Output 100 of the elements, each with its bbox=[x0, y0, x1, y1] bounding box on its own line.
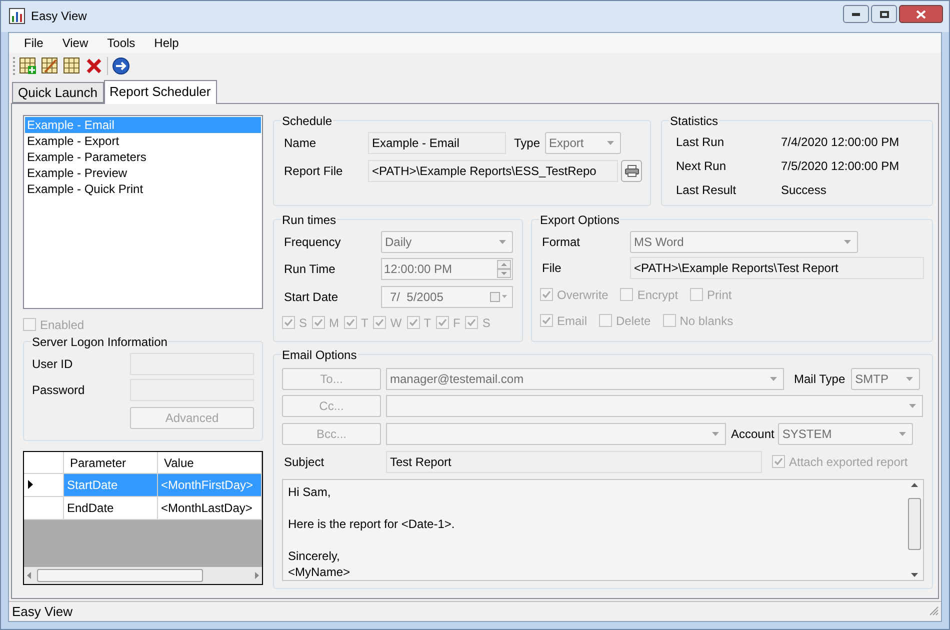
checkbox[interactable] bbox=[772, 455, 785, 468]
checkbox[interactable] bbox=[373, 316, 386, 329]
checkbox-label: No blanks bbox=[680, 312, 734, 330]
checkbox-label: Delete bbox=[616, 312, 651, 330]
dropdown[interactable] bbox=[386, 422, 726, 444]
edit-grid-icon[interactable] bbox=[41, 56, 59, 74]
table-cell: EndDate bbox=[64, 496, 158, 520]
spinner-icon[interactable] bbox=[497, 260, 511, 278]
checkbox[interactable] bbox=[312, 316, 326, 329]
input-field[interactable]: Example - Email bbox=[368, 132, 506, 154]
checkbox-label: S bbox=[299, 314, 308, 332]
group-title: Run times bbox=[281, 212, 338, 228]
tab[interactable]: Quick Launch bbox=[12, 82, 104, 102]
group-title: Server Logon Information bbox=[31, 334, 168, 350]
horizontal-scrollbar[interactable] bbox=[24, 566, 262, 584]
dropdown-arrow-icon bbox=[770, 376, 777, 380]
checkbox-label: Enabled bbox=[40, 316, 84, 334]
field-label: Password bbox=[32, 382, 86, 398]
input-field[interactable]: Test Report bbox=[386, 450, 762, 472]
tab[interactable]: Report Scheduler bbox=[104, 80, 217, 104]
scroll-right-icon[interactable] bbox=[255, 572, 259, 578]
grid-row[interactable]: EndDate <MonthLastDay> bbox=[24, 496, 262, 520]
checkbox-label: Email bbox=[557, 312, 588, 330]
menu-item[interactable]: Help bbox=[154, 34, 179, 52]
field-label: Last Run bbox=[676, 134, 726, 150]
group-title: Schedule bbox=[281, 112, 334, 130]
input-field[interactable]: <PATH>\Example Reports\Test Report bbox=[630, 257, 924, 279]
dropdown[interactable]: SMTP bbox=[851, 368, 920, 390]
menu-item[interactable]: File bbox=[24, 34, 44, 52]
statistic-value: 7/5/2020 12:00:00 PM bbox=[781, 158, 900, 174]
grid-icon[interactable] bbox=[63, 56, 81, 74]
dropdown-arrow-icon bbox=[844, 240, 851, 244]
field-label: Run Time bbox=[284, 260, 336, 278]
checkbox[interactable] bbox=[282, 316, 295, 329]
field-label: User ID bbox=[32, 356, 74, 372]
group-title: Email Options bbox=[281, 346, 358, 364]
list-item[interactable]: Example - Parameters bbox=[25, 148, 261, 164]
list-item[interactable]: Example - Quick Print bbox=[25, 180, 261, 196]
checkbox[interactable] bbox=[344, 316, 358, 329]
dropdown[interactable]: Daily bbox=[381, 230, 513, 252]
checkbox[interactable] bbox=[540, 288, 553, 301]
field-label: Frequency bbox=[284, 234, 342, 250]
checkbox[interactable] bbox=[662, 314, 676, 327]
delete-icon[interactable] bbox=[85, 56, 103, 74]
scroll-down-icon[interactable] bbox=[911, 572, 918, 576]
menu-item[interactable]: View bbox=[62, 34, 88, 52]
maximize-button[interactable] bbox=[871, 5, 897, 24]
checkbox-label: S bbox=[482, 314, 490, 332]
dropdown-arrow-icon bbox=[909, 404, 916, 408]
dropdown[interactable]: MS Word bbox=[630, 230, 858, 252]
dropdown-arrow-icon bbox=[906, 376, 914, 380]
add-grid-icon[interactable] bbox=[19, 56, 37, 74]
checkbox-label: T bbox=[361, 314, 368, 332]
checkbox[interactable] bbox=[540, 314, 553, 327]
dropdown-arrow-icon bbox=[899, 432, 906, 436]
dropdown[interactable]: SYSTEM bbox=[778, 422, 914, 444]
checkbox-label: F bbox=[453, 314, 460, 332]
time-picker[interactable]: 12:00:00 PM bbox=[381, 258, 513, 280]
checkbox[interactable] bbox=[599, 314, 612, 327]
window-title: Easy View bbox=[31, 8, 87, 26]
field-label: Account bbox=[731, 426, 774, 442]
scroll-left-icon[interactable] bbox=[27, 572, 31, 578]
statistic-value: 7/4/2020 12:00:00 PM bbox=[781, 134, 900, 150]
dropdown-arrow-icon bbox=[712, 432, 719, 436]
resize-grip-icon[interactable] bbox=[929, 606, 939, 616]
close-button[interactable] bbox=[899, 5, 943, 24]
field-label: Last Result bbox=[676, 182, 738, 198]
checkbox-label: T bbox=[424, 314, 432, 332]
table-cell: <MonthLastDay> bbox=[158, 496, 262, 520]
menu-item[interactable]: Tools bbox=[107, 34, 136, 52]
checkbox[interactable] bbox=[465, 316, 478, 329]
dropdown[interactable] bbox=[386, 394, 923, 416]
dropdown[interactable]: Export bbox=[545, 132, 622, 154]
field-label: Next Run bbox=[676, 158, 728, 174]
checkbox[interactable] bbox=[620, 288, 634, 301]
checkbox-label: Print bbox=[707, 286, 732, 304]
group-title: Export Options bbox=[539, 212, 620, 228]
field-label: File bbox=[542, 260, 562, 277]
scroll-up-icon[interactable] bbox=[911, 482, 918, 486]
checkbox-label: W bbox=[390, 314, 402, 332]
field-label: Format bbox=[542, 234, 582, 250]
date-picker[interactable]: 7/ 5/2005 bbox=[381, 286, 513, 308]
input-field[interactable]: <PATH>\Example Reports\ESS_TestRepo bbox=[368, 160, 618, 182]
checkbox[interactable] bbox=[23, 318, 36, 331]
dropdown[interactable]: manager@testemail.com bbox=[386, 368, 784, 390]
arrow-right-icon[interactable] bbox=[112, 56, 130, 74]
list-item[interactable]: Example - Export bbox=[25, 132, 261, 148]
checkbox[interactable] bbox=[436, 316, 450, 329]
field-label: Subject bbox=[284, 454, 326, 470]
checkbox[interactable] bbox=[690, 288, 704, 301]
minimize-button[interactable] bbox=[843, 5, 869, 24]
field-label: Name bbox=[284, 134, 318, 152]
print-button[interactable] bbox=[621, 160, 642, 182]
checkbox[interactable] bbox=[406, 316, 420, 329]
dropdown-arrow-icon bbox=[499, 240, 506, 244]
row-pointer-icon bbox=[28, 480, 33, 489]
status-text: Easy View bbox=[12, 602, 72, 621]
list-item[interactable]: Example - Preview bbox=[25, 164, 261, 180]
dropdown-arrow-icon bbox=[607, 140, 614, 144]
calendar-icon[interactable] bbox=[490, 292, 508, 302]
